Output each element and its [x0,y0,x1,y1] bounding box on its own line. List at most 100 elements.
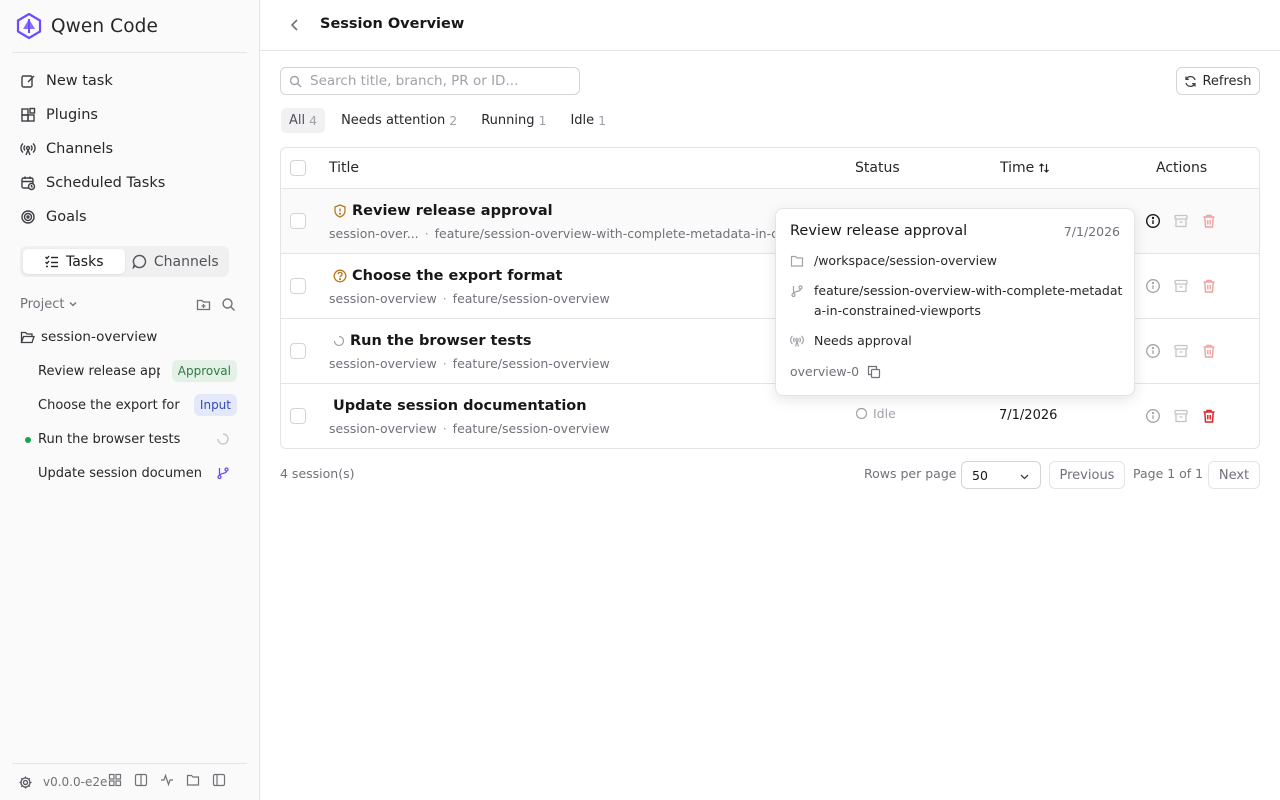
popover-path-text: /workspace/session-overview [814,253,998,268]
filter-label: Idle [570,113,595,128]
archive-icon[interactable] [1173,343,1189,359]
filter-idle[interactable]: Idle 1 [562,108,614,133]
session-title: Review release app [38,363,160,379]
info-icon[interactable] [1145,343,1161,359]
nav-goals[interactable]: Goals [12,200,248,234]
page-info: Page 1 of 1 [1133,466,1204,481]
row-actions [1145,343,1217,359]
row-title: Run the browser tests [333,333,532,349]
filter-running[interactable]: Running 1 [473,108,554,133]
row-title-text: Choose the export format [352,268,563,284]
project-dropdown[interactable]: Project [20,297,78,312]
archive-icon[interactable] [1173,278,1189,294]
archive-icon[interactable] [1173,213,1189,229]
filter-label: All [289,113,306,128]
nav-label: Scheduled Tasks [46,175,166,191]
nav-label: Goals [46,209,87,225]
info-icon[interactable] [1145,408,1161,424]
info-icon[interactable] [1145,278,1161,294]
main-nav: New task Plugins Channels Scheduled Task… [12,64,248,234]
filter-needs-attention[interactable]: Needs attention 2 [333,108,465,133]
question-circle-icon [333,269,347,283]
sidebar-session[interactable]: Run the browser tests [20,422,240,456]
trash-icon[interactable] [1201,408,1217,424]
row-actions [1145,213,1217,229]
nav-channels[interactable]: Channels [12,132,248,166]
search-input[interactable] [310,73,570,89]
row-project: session-over... [329,226,419,241]
refresh-button[interactable]: Refresh [1176,67,1260,95]
sidebar-session[interactable]: Update session documen [20,456,240,490]
nav-new-task[interactable]: New task [12,64,248,98]
popover-title: Review release approval [790,223,968,239]
search-icon[interactable] [221,297,236,312]
chevron-down-icon [68,299,78,309]
sidebar-session[interactable]: Choose the export for Input [20,388,240,422]
project-folder-name: session-overview [41,329,158,345]
next-page-button[interactable]: Next [1208,461,1260,489]
edit-icon [20,73,36,89]
folder-plus-icon[interactable] [196,297,211,312]
grid-icon[interactable] [108,773,122,787]
folder-icon[interactable] [186,773,200,787]
page-title: Session Overview [320,16,465,32]
select-all-checkbox[interactable] [290,160,306,176]
folder-icon [790,251,804,271]
row-checkbox[interactable] [290,278,306,294]
nav-plugins[interactable]: Plugins [12,98,248,132]
tab-channels[interactable]: Channels [125,249,227,274]
row-actions [1145,408,1217,424]
popover-channel: Needs approval [790,331,912,351]
trash-icon[interactable] [1201,343,1217,359]
row-title-text: Update session documentation [333,398,587,414]
trash-icon[interactable] [1201,213,1217,229]
back-chevron-icon[interactable] [286,16,304,34]
project-folder[interactable]: session-overview [20,327,157,347]
trash-icon[interactable] [1201,278,1217,294]
separator: · [442,356,447,371]
copy-icon[interactable] [867,365,881,379]
nav-label: Plugins [46,107,98,123]
tab-tasks[interactable]: Tasks [23,249,125,274]
info-icon[interactable] [1145,213,1161,229]
spinner-icon [333,335,345,347]
separator: · [424,226,429,241]
filter-all[interactable]: All 4 [281,108,326,133]
spinner-icon [216,432,230,446]
previous-page-button[interactable]: Previous [1049,461,1125,489]
tab-label: Tasks [65,253,104,270]
search-icon [289,75,302,88]
divider [12,52,247,53]
popover-id-text: overview-0 [790,364,860,379]
calendar-clock-icon [20,175,36,191]
popover-date: 7/1/2026 [1063,224,1120,239]
brand[interactable]: Qwen Code [16,12,158,40]
column-actions: Actions [1156,160,1208,176]
columns-icon[interactable] [134,773,148,787]
sidebar-session[interactable]: Review release app Approval [20,354,240,388]
refresh-label: Refresh [1202,73,1252,89]
nav-label: New task [46,73,113,89]
panel-left-icon[interactable] [212,773,226,787]
shield-alert-icon [333,204,347,218]
row-checkbox[interactable] [290,408,306,424]
row-checkbox[interactable] [290,213,306,229]
target-icon [20,209,36,225]
nav-scheduled-tasks[interactable]: Scheduled Tasks [12,166,248,200]
archive-icon[interactable] [1173,408,1189,424]
settings-icon[interactable] [18,775,33,790]
row-checkbox[interactable] [290,343,306,359]
radio-icon [790,331,804,351]
column-time[interactable]: Time [1000,160,1050,176]
separator: · [442,291,447,306]
row-branch: feature/session-overview [452,356,610,371]
rows-per-page-select[interactable]: 50 [961,461,1041,489]
row-title-text: Review release approval [352,203,553,219]
separator: · [442,421,447,436]
row-meta: session-over... · feature/session-overvi… [329,226,791,241]
popover-path: /workspace/session-overview [790,251,997,271]
popover-branch-text: feature/session-overview-with-complete-m… [814,283,1123,318]
popover-id: overview-0 [790,364,881,379]
sidebar: Qwen Code New task Plugins Channels Sche… [0,0,260,800]
activity-icon[interactable] [160,773,174,787]
